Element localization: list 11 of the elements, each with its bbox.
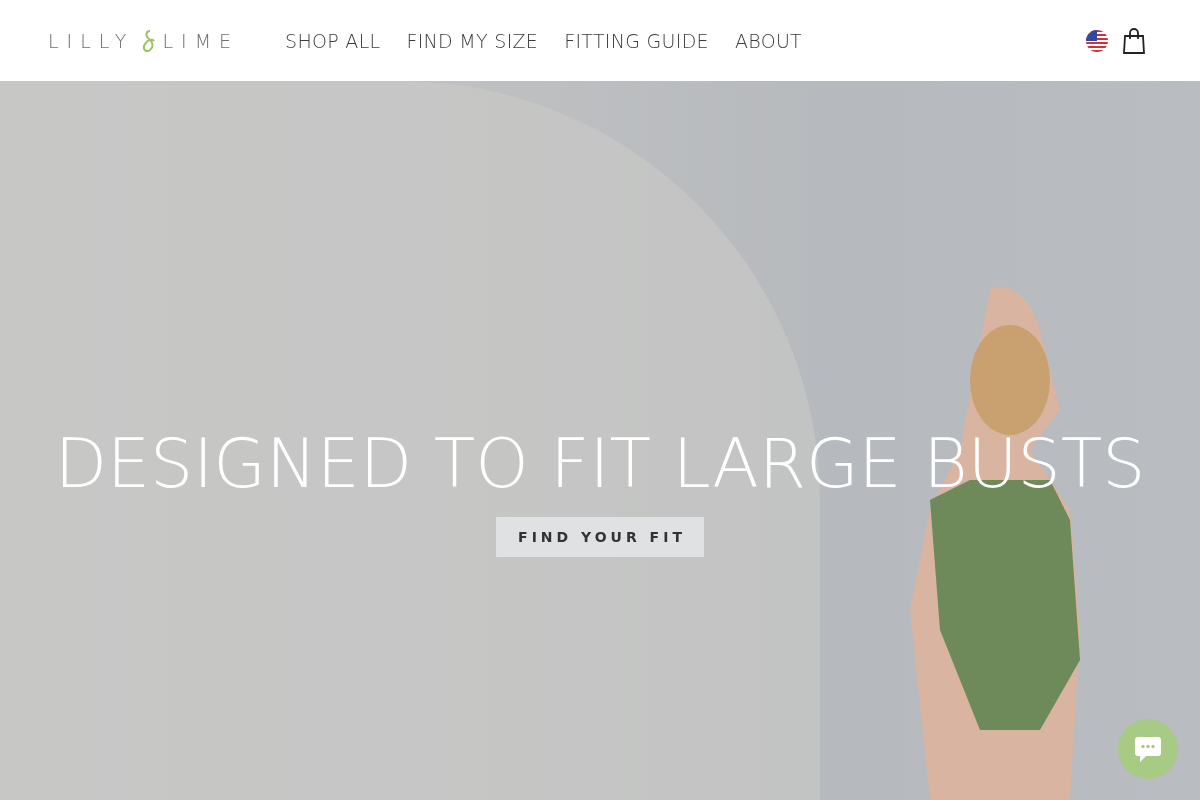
logo[interactable]: LILLY LIME	[48, 28, 240, 53]
hero-heading: DESIGNED TO FIT LARGE BUSTS	[54, 424, 1146, 503]
nav-link[interactable]: ABOUT	[734, 29, 802, 52]
chat-icon	[1133, 735, 1163, 763]
us-flag-icon[interactable]	[1086, 29, 1108, 52]
nav-link[interactable]: SHOP ALL	[285, 29, 381, 52]
shopping-bag-icon[interactable]	[1122, 27, 1146, 54]
ampersand-icon	[140, 28, 157, 53]
nav-link[interactable]: FIND MY SIZE	[406, 29, 539, 52]
find-fit-button[interactable]: FIND YOUR FIT	[496, 517, 704, 557]
nav-link[interactable]: FITTING GUIDE	[564, 29, 709, 52]
